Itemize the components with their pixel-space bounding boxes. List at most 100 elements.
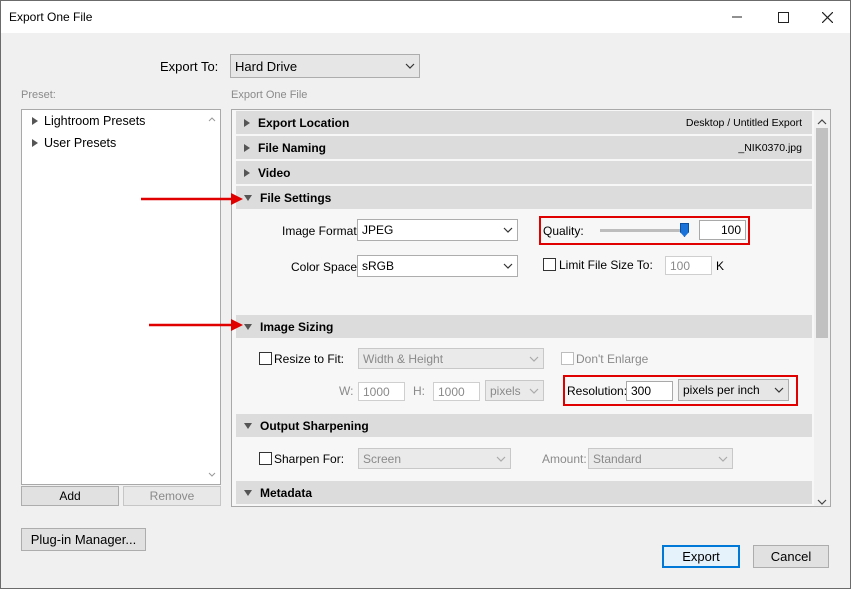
chevron-down-icon: [499, 227, 517, 233]
chevron-down-icon: [401, 63, 419, 69]
section-summary: _NIK0370.jpg: [738, 141, 802, 154]
section-label: Export Location: [258, 115, 350, 130]
scroll-up-icon[interactable]: [205, 112, 219, 126]
section-label: File Settings: [260, 190, 332, 205]
expand-icon: [244, 143, 250, 152]
preset-item-label: User Presets: [44, 136, 117, 150]
section-metadata[interactable]: Metadata: [236, 481, 812, 504]
collapse-icon: [244, 489, 252, 496]
resolution-label: Resolution:: [567, 384, 628, 398]
section-file-settings[interactable]: File Settings: [236, 186, 812, 209]
scrollbar-thumb[interactable]: [816, 128, 828, 338]
export-dialog: Export One File Export To: Hard Drive Pr…: [0, 0, 851, 589]
section-file-naming[interactable]: File Naming _NIK0370.jpg: [236, 136, 812, 159]
section-label: File Naming: [258, 140, 327, 155]
resolution-input[interactable]: 300: [626, 381, 673, 401]
panel-scrollbar[interactable]: [814, 110, 830, 506]
section-label: Video: [258, 165, 291, 180]
export-to-select[interactable]: Hard Drive: [230, 54, 420, 78]
section-output-sharpening[interactable]: Output Sharpening: [236, 414, 812, 437]
limit-file-size-label: Limit File Size To:: [559, 258, 653, 272]
add-preset-button[interactable]: Add: [21, 486, 119, 506]
size-units-value: pixels: [490, 383, 521, 398]
collapse-icon: [244, 422, 252, 429]
amount-select[interactable]: Standard: [588, 448, 733, 469]
export-to-label: Export To:: [160, 59, 219, 74]
sharpen-for-checkbox[interactable]: [259, 452, 272, 465]
collapse-icon: [244, 323, 252, 330]
chevron-down-icon: [770, 387, 788, 393]
color-space-value: sRGB: [362, 259, 395, 273]
expand-icon: [244, 118, 250, 127]
collapse-icon: [244, 194, 252, 201]
plugin-manager-button[interactable]: Plug-in Manager...: [21, 528, 146, 551]
quality-slider[interactable]: [600, 223, 689, 237]
close-button[interactable]: [804, 1, 850, 33]
sharpen-for-select[interactable]: Screen: [358, 448, 511, 469]
amount-label: Amount:: [542, 452, 587, 466]
chevron-down-icon: [499, 263, 517, 269]
minimize-button[interactable]: [714, 1, 760, 33]
cancel-button[interactable]: Cancel: [753, 545, 829, 568]
resize-to-fit-label: Resize to Fit:: [274, 352, 345, 366]
preset-label: Preset:: [21, 89, 56, 101]
scroll-up-icon[interactable]: [817, 114, 827, 128]
section-export-location[interactable]: Export Location Desktop / Untitled Expor…: [236, 111, 812, 134]
image-format-label: Image Format:: [282, 224, 361, 238]
resize-mode-value: Width & Height: [363, 351, 444, 366]
expand-icon: [244, 168, 250, 177]
limit-file-size-unit: K: [716, 259, 725, 273]
amount-value: Standard: [593, 451, 642, 466]
scroll-down-icon[interactable]: [205, 467, 219, 481]
section-label: Image Sizing: [260, 319, 334, 334]
section-summary: Desktop / Untitled Export: [685, 116, 802, 129]
preset-item-user[interactable]: User Presets: [32, 136, 116, 150]
chevron-down-icon: [525, 356, 543, 362]
preset-item-label: Lightroom Presets: [44, 114, 146, 128]
annotation-arrow-icon: [141, 193, 243, 205]
limit-file-size-checkbox[interactable]: [543, 258, 556, 271]
resize-mode-select[interactable]: Width & Height: [358, 348, 544, 369]
sharpen-for-label: Sharpen For:: [274, 452, 345, 466]
resize-to-fit-checkbox[interactable]: [259, 352, 272, 365]
size-units-select[interactable]: pixels: [485, 380, 544, 401]
maximize-button[interactable]: [760, 1, 806, 33]
color-space-select[interactable]: sRGB: [357, 255, 518, 277]
remove-preset-button[interactable]: Remove: [123, 486, 221, 506]
limit-file-size-input[interactable]: 100: [665, 256, 712, 275]
settings-panel: Export Location Desktop / Untitled Expor…: [231, 109, 831, 507]
height-input[interactable]: 1000: [433, 382, 480, 401]
section-video[interactable]: Video: [236, 161, 812, 184]
color-space-label: Color Space:: [291, 260, 361, 274]
resolution-units-select[interactable]: pixels per inch: [678, 379, 789, 401]
chevron-down-icon: [714, 456, 732, 462]
width-label: W:: [339, 384, 354, 398]
expand-icon: [32, 139, 38, 147]
window-title: Export One File: [9, 10, 93, 24]
resolution-units-value: pixels per inch: [683, 383, 760, 397]
maximize-icon: [777, 11, 789, 23]
chevron-down-icon: [525, 388, 543, 394]
width-input[interactable]: 1000: [358, 382, 405, 401]
dont-enlarge-label: Don't Enlarge: [576, 352, 649, 366]
export-button[interactable]: Export: [662, 545, 740, 568]
panel-title: Export One File: [231, 89, 308, 101]
section-label: Metadata: [260, 485, 313, 500]
image-format-value: JPEG: [362, 223, 394, 237]
title-bar: Export One File: [1, 1, 850, 33]
quality-label: Quality:: [543, 224, 584, 238]
export-to-value: Hard Drive: [235, 58, 298, 74]
chevron-down-icon: [492, 456, 510, 462]
image-format-select[interactable]: JPEG: [357, 219, 518, 241]
scroll-down-icon[interactable]: [817, 494, 827, 508]
sharpen-for-value: Screen: [363, 451, 402, 466]
annotation-arrow-icon: [149, 319, 243, 331]
preset-item-lightroom[interactable]: Lightroom Presets: [32, 114, 145, 128]
height-label: H:: [413, 384, 425, 398]
section-image-sizing[interactable]: Image Sizing: [236, 315, 812, 338]
section-label: Output Sharpening: [260, 418, 369, 433]
dont-enlarge-checkbox[interactable]: [561, 352, 574, 365]
quality-input[interactable]: 100: [699, 220, 746, 240]
preset-tree: Lightroom Presets User Presets: [21, 109, 221, 485]
expand-icon: [32, 117, 38, 125]
